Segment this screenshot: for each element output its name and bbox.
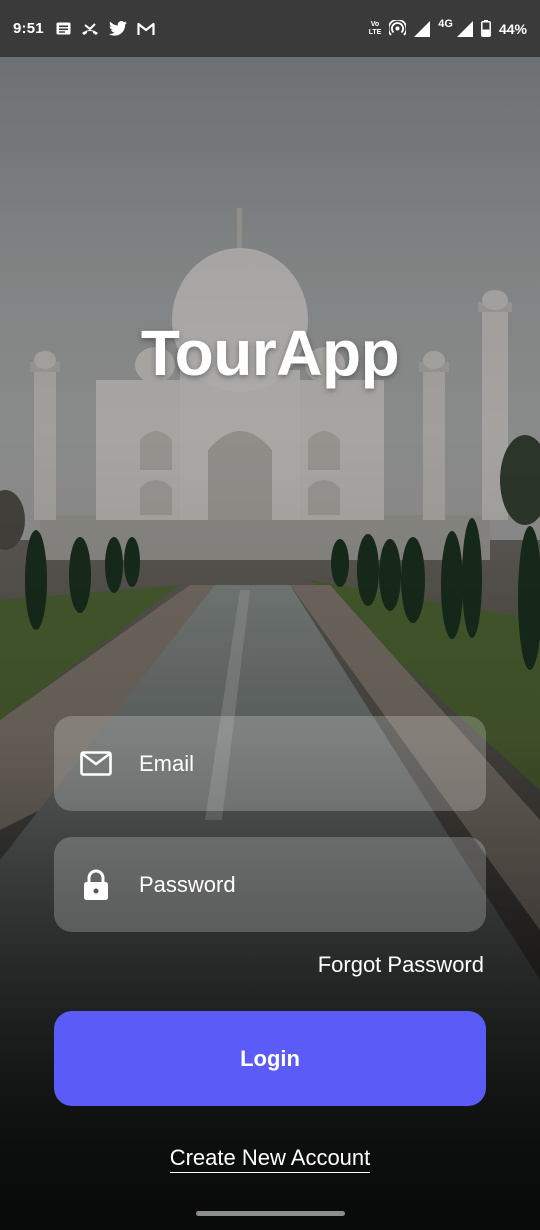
email-input[interactable] xyxy=(139,750,439,777)
password-field[interactable] xyxy=(54,837,486,932)
login-screen: 9:51 Vo LTE 4G 44% TourApp Email Forgot … xyxy=(0,0,540,1230)
mail-icon xyxy=(80,748,112,780)
battery-percent: 44% xyxy=(498,20,527,37)
create-account-container: Create New Account xyxy=(0,1145,540,1173)
twitter-icon xyxy=(108,21,127,36)
battery-icon xyxy=(481,20,491,37)
signal-icon xyxy=(414,20,431,37)
hotspot-icon xyxy=(389,20,407,37)
password-input[interactable] xyxy=(139,871,439,898)
lock-icon xyxy=(80,869,112,901)
login-button[interactable]: Login xyxy=(54,1011,486,1106)
network-type: 4G xyxy=(438,17,453,30)
volte-top-label: Vo xyxy=(370,20,380,28)
status-left: 9:51 xyxy=(13,20,155,37)
volte-indicator: Vo LTE xyxy=(369,21,382,37)
app-title: TourApp xyxy=(140,317,400,389)
home-indicator[interactable] xyxy=(196,1211,345,1216)
status-time: 9:51 xyxy=(13,20,44,37)
forgot-password-link[interactable]: Forgot Password xyxy=(318,952,484,978)
gmail-icon xyxy=(137,22,155,36)
volte-mid-label: LTE xyxy=(368,28,382,36)
email-field[interactable] xyxy=(54,716,486,811)
notes-icon xyxy=(56,22,71,35)
login-button-label: Login xyxy=(240,1045,300,1071)
create-account-link[interactable]: Create New Account xyxy=(169,1145,371,1173)
signal-icon-2 xyxy=(456,20,473,37)
missed-call-icon xyxy=(81,22,99,36)
status-right: Vo LTE 4G 44% xyxy=(369,17,527,37)
status-bar: 9:51 Vo LTE 4G 44% xyxy=(0,0,540,57)
